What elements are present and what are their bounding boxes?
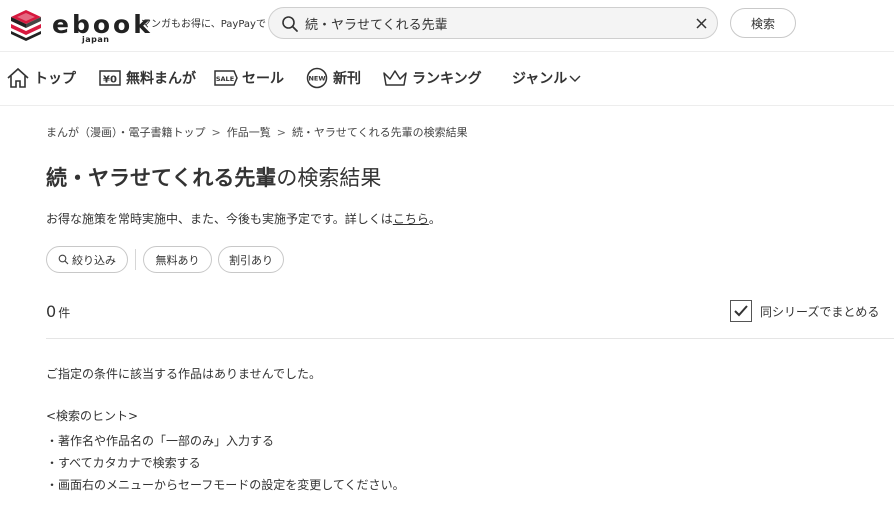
chevron-down-icon bbox=[569, 75, 581, 82]
logo-subtext: japan bbox=[82, 35, 110, 44]
no-result-message: ご指定の条件に該当する作品はありませんでした。 bbox=[46, 367, 322, 381]
clear-icon[interactable] bbox=[695, 17, 708, 30]
search-hint-item: ・すべてカタカナで検索する bbox=[46, 456, 201, 470]
new-badge-icon: NEW bbox=[306, 67, 328, 89]
page-title-keyword: 続・ヤラせてくれる先輩 bbox=[46, 166, 277, 190]
site-header: ebook japan マンガもお得に、PayPayで 検索 bbox=[0, 0, 894, 52]
group-series-label: 同シリーズでまとめる bbox=[760, 304, 880, 319]
sale-tag-icon: SALE bbox=[214, 70, 238, 86]
search-box[interactable] bbox=[268, 7, 718, 39]
nav-label-top: トップ bbox=[34, 71, 76, 87]
svg-text:SALE: SALE bbox=[216, 75, 234, 83]
search-hint-title: <検索のヒント> bbox=[46, 409, 139, 423]
notice-text: お得な施策を常時実施中、また、今後も実施予定です。詳しくは bbox=[46, 212, 393, 226]
free-filter-chip[interactable]: 無料あり bbox=[143, 246, 212, 273]
nav-item-ranking[interactable]: ランキング bbox=[382, 53, 482, 103]
search-icon bbox=[58, 254, 69, 265]
result-count-number: 0 bbox=[46, 302, 57, 321]
page-title-suffix: の検索結果 bbox=[276, 166, 382, 190]
results-divider bbox=[46, 338, 894, 339]
nav-label-ranking: ランキング bbox=[412, 71, 482, 87]
breadcrumb-current: 続・ヤラせてくれる先輩の検索結果 bbox=[291, 126, 468, 139]
search-icon bbox=[282, 16, 298, 32]
breadcrumb: まんが（漫画）・電子書籍トップ > 作品一覧 > 続・ヤラせてくれる先輩の検索結果 bbox=[46, 124, 468, 140]
breadcrumb-separator: > bbox=[276, 126, 286, 139]
search-button[interactable]: 検索 bbox=[730, 8, 796, 38]
ebookjapan-logo[interactable]: ebook japan bbox=[8, 6, 150, 44]
breadcrumb-link-list[interactable]: 作品一覧 bbox=[227, 126, 271, 139]
book-stack-logo-icon bbox=[11, 10, 41, 41]
result-count: 0件 bbox=[46, 302, 70, 321]
breadcrumb-link-top[interactable]: まんが（漫画）・電子書籍トップ bbox=[46, 126, 206, 139]
nav-item-top[interactable]: トップ bbox=[6, 53, 76, 103]
crown-icon bbox=[383, 70, 407, 86]
discount-filter-chip[interactable]: 割引あり bbox=[218, 246, 284, 273]
global-nav: トップ ¥0 無料まんが SALE セール NEW 新刊 ランキング ジャンル bbox=[0, 53, 894, 106]
nav-label-new: 新刊 bbox=[333, 71, 361, 87]
filter-divider bbox=[135, 249, 136, 270]
svg-text:NEW: NEW bbox=[308, 75, 325, 83]
checkmark-icon bbox=[734, 305, 748, 317]
result-count-unit: 件 bbox=[58, 306, 71, 320]
search-hint-item: ・画面右のメニューからセーフモードの設定を変更してください。 bbox=[46, 478, 405, 492]
nav-label-sale: セール bbox=[242, 71, 284, 87]
notice-link[interactable]: こちら bbox=[393, 212, 429, 226]
refine-filter-label: 絞り込み bbox=[72, 253, 116, 267]
nav-label-genre: ジャンル bbox=[512, 71, 568, 87]
free-yen-icon: ¥0 bbox=[99, 70, 121, 86]
nav-label-free: 無料まんが bbox=[126, 71, 196, 87]
breadcrumb-separator: > bbox=[211, 126, 221, 139]
nav-item-sale[interactable]: SALE セール bbox=[214, 53, 284, 103]
refine-filter-button[interactable]: 絞り込み bbox=[46, 246, 128, 273]
search-hint-item: ・著作名や作品名の「一部のみ」入力する bbox=[46, 434, 275, 448]
nav-item-genre[interactable]: ジャンル bbox=[512, 53, 585, 103]
campaign-notice: お得な施策を常時実施中、また、今後も実施予定です。詳しくはこちら。 bbox=[46, 210, 441, 227]
search-input[interactable] bbox=[305, 12, 685, 34]
svg-text:¥0: ¥0 bbox=[103, 75, 117, 86]
home-icon bbox=[7, 67, 29, 88]
nav-item-new[interactable]: NEW 新刊 bbox=[305, 53, 361, 103]
page-title: 続・ヤラせてくれる先輩の検索結果 bbox=[46, 162, 381, 192]
group-series-toggle[interactable]: 同シリーズでまとめる bbox=[730, 299, 879, 323]
nav-item-free[interactable]: ¥0 無料まんが bbox=[98, 53, 196, 103]
group-series-checkbox[interactable] bbox=[730, 300, 752, 322]
notice-end: 。 bbox=[428, 212, 441, 226]
header-tagline: マンガもお得に、PayPayで bbox=[141, 19, 266, 30]
